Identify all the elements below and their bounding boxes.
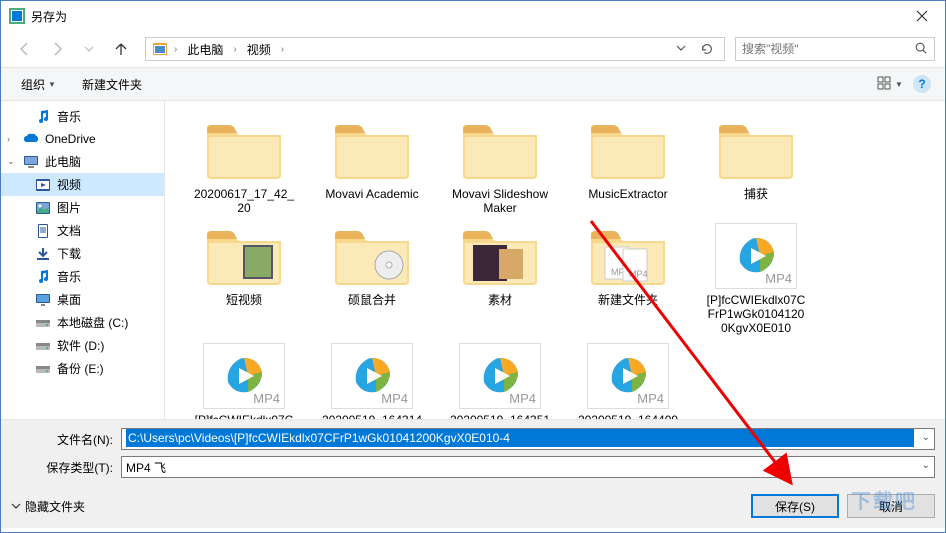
file-label: Movavi Academic — [325, 187, 418, 201]
bottom-panel: 文件名(N): ⌄ 保存类型(T): MP4 飞 ⌄ 隐藏文件夹 保存(S) 取… — [1, 419, 945, 528]
sidebar-label: OneDrive — [45, 132, 96, 146]
sidebar-label: 下载 — [57, 245, 81, 262]
sidebar-item-downloads[interactable]: 下载 — [1, 242, 164, 265]
sidebar: 音乐›OneDrive⌄此电脑视频图片文档下载音乐桌面本地磁盘 (C:)软件 (… — [1, 101, 165, 419]
filetype-combo[interactable]: MP4 飞 ⌄ — [121, 456, 935, 478]
sidebar-item-onedrive[interactable]: ›OneDrive — [1, 128, 164, 150]
view-button[interactable]: ▼ — [877, 71, 903, 97]
file-label: 20200519_164314 — [322, 413, 422, 419]
crumb-pc[interactable]: 此电脑 — [183, 39, 227, 60]
forward-button[interactable] — [43, 35, 71, 63]
filetype-label: 保存类型(T): — [11, 459, 121, 476]
file-item[interactable]: 硕鼠合并 — [317, 219, 427, 339]
search-input[interactable] — [742, 42, 914, 56]
sidebar-label: 图片 — [57, 199, 81, 216]
file-item[interactable]: Movavi Academic — [317, 113, 427, 219]
sidebar-item-disk[interactable]: 备份 (E:) — [1, 357, 164, 380]
sidebar-item-desktop[interactable]: 桌面 — [1, 288, 164, 311]
file-item[interactable]: MP4[P]fcCWIEkdlx07CFrP1wGk01041200KgvX0E… — [189, 339, 299, 419]
address-dropdown[interactable] — [672, 42, 690, 56]
crumb-sep: › — [281, 44, 284, 55]
sidebar-item-music[interactable]: 音乐 — [1, 105, 164, 128]
filename-input[interactable] — [126, 429, 914, 447]
close-button[interactable] — [899, 1, 945, 31]
file-pane[interactable]: 20200617_17_42_20 Movavi Academic Movavi S… — [165, 101, 945, 419]
video-folder-icon — [152, 41, 168, 57]
filename-combo[interactable]: ⌄ — [121, 428, 935, 450]
sidebar-label: 备份 (E:) — [57, 360, 104, 377]
search-icon — [914, 41, 928, 58]
chevron-down-icon[interactable]: ⌄ — [922, 432, 930, 443]
body: 音乐›OneDrive⌄此电脑视频图片文档下载音乐桌面本地磁盘 (C:)软件 (… — [1, 101, 945, 419]
sidebar-label: 文档 — [57, 222, 81, 239]
file-item[interactable]: 20200617_17_42_20 — [189, 113, 299, 219]
window-title: 另存为 — [31, 8, 899, 25]
file-label: 20200617_17_42_20 — [193, 187, 295, 215]
sidebar-item-pictures[interactable]: 图片 — [1, 196, 164, 219]
close-icon — [916, 10, 928, 22]
sidebar-label: 音乐 — [57, 108, 81, 125]
svg-text:MP4: MP4 — [629, 269, 648, 279]
new-folder-button[interactable]: 新建文件夹 — [72, 72, 152, 97]
file-item[interactable]: 素材 — [445, 219, 555, 339]
search-box[interactable] — [735, 37, 935, 61]
file-item[interactable]: Movavi Slideshow Maker — [445, 113, 555, 219]
back-button[interactable] — [11, 35, 39, 63]
file-item[interactable]: 短视频 — [189, 219, 299, 339]
help-button[interactable]: ? — [909, 71, 935, 97]
sidebar-item-documents[interactable]: 文档 — [1, 219, 164, 242]
up-button[interactable] — [107, 35, 135, 63]
file-label: 捕获 — [744, 187, 768, 201]
file-label: [P]fcCWIEkdlx07CFrP1wGk01041200KgvX0E010 — [705, 293, 807, 335]
sidebar-item-music[interactable]: 音乐 — [1, 265, 164, 288]
file-label: MusicExtractor — [588, 187, 667, 201]
file-item[interactable]: MP420200519_164351 — [445, 339, 555, 419]
crumb-sep: › — [174, 44, 177, 55]
filetype-value: MP4 飞 — [126, 459, 166, 476]
file-item[interactable]: MP420200519_164314 — [317, 339, 427, 419]
organize-button[interactable]: 组织▼ — [11, 72, 66, 97]
save-button[interactable]: 保存(S) — [751, 494, 839, 518]
crumb-sep: › — [233, 44, 236, 55]
address-bar[interactable]: › 此电脑 › 视频 › — [145, 37, 725, 61]
sidebar-item-disk[interactable]: 本地磁盘 (C:) — [1, 311, 164, 334]
sidebar-label: 桌面 — [57, 291, 81, 308]
file-item[interactable]: MP4MP4新建文件夹 — [573, 219, 683, 339]
file-label: 20200519_164351 — [450, 413, 550, 419]
file-label: Movavi Slideshow Maker — [449, 187, 551, 215]
app-icon — [9, 8, 25, 24]
titlebar: 另存为 — [1, 1, 945, 31]
sidebar-label: 软件 (D:) — [57, 337, 104, 354]
file-label: 新建文件夹 — [598, 293, 658, 307]
file-item[interactable]: MP4[P]fcCWIEkdlx07CFrP1wGk01041200KgvX0E… — [701, 219, 811, 339]
sidebar-item-pc[interactable]: ⌄此电脑 — [1, 150, 164, 173]
file-label: 短视频 — [226, 293, 262, 307]
sidebar-item-video[interactable]: 视频 — [1, 173, 164, 196]
sidebar-label: 此电脑 — [45, 153, 81, 170]
file-item[interactable]: MusicExtractor — [573, 113, 683, 219]
crumb-videos[interactable]: 视频 — [243, 39, 275, 60]
file-item[interactable]: 捕获 — [701, 113, 811, 219]
hide-folders-button[interactable]: 隐藏文件夹 — [11, 498, 85, 515]
chevron-down-icon[interactable]: ⌄ — [922, 460, 930, 471]
toolbar: 组织▼ 新建文件夹 ▼ ? — [1, 67, 945, 101]
cancel-button[interactable]: 取消 — [847, 494, 935, 518]
recent-dropdown[interactable] — [75, 35, 103, 63]
sidebar-label: 本地磁盘 (C:) — [57, 314, 128, 331]
file-label: [P]fcCWIEkdlx07CFrP1wGk01041200KgvX0E010 — [193, 413, 295, 419]
file-label: 硕鼠合并 — [348, 293, 396, 307]
file-label: 20200519_164409 — [578, 413, 678, 419]
chevron-down-icon — [11, 501, 21, 511]
navbar: › 此电脑 › 视频 › — [1, 31, 945, 67]
filename-label: 文件名(N): — [11, 431, 121, 448]
sidebar-item-disk[interactable]: 软件 (D:) — [1, 334, 164, 357]
file-item[interactable]: MP420200519_164409 — [573, 339, 683, 419]
file-label: 素材 — [488, 293, 512, 307]
refresh-button[interactable] — [696, 38, 718, 60]
sidebar-label: 音乐 — [57, 268, 81, 285]
sidebar-label: 视频 — [57, 176, 81, 193]
